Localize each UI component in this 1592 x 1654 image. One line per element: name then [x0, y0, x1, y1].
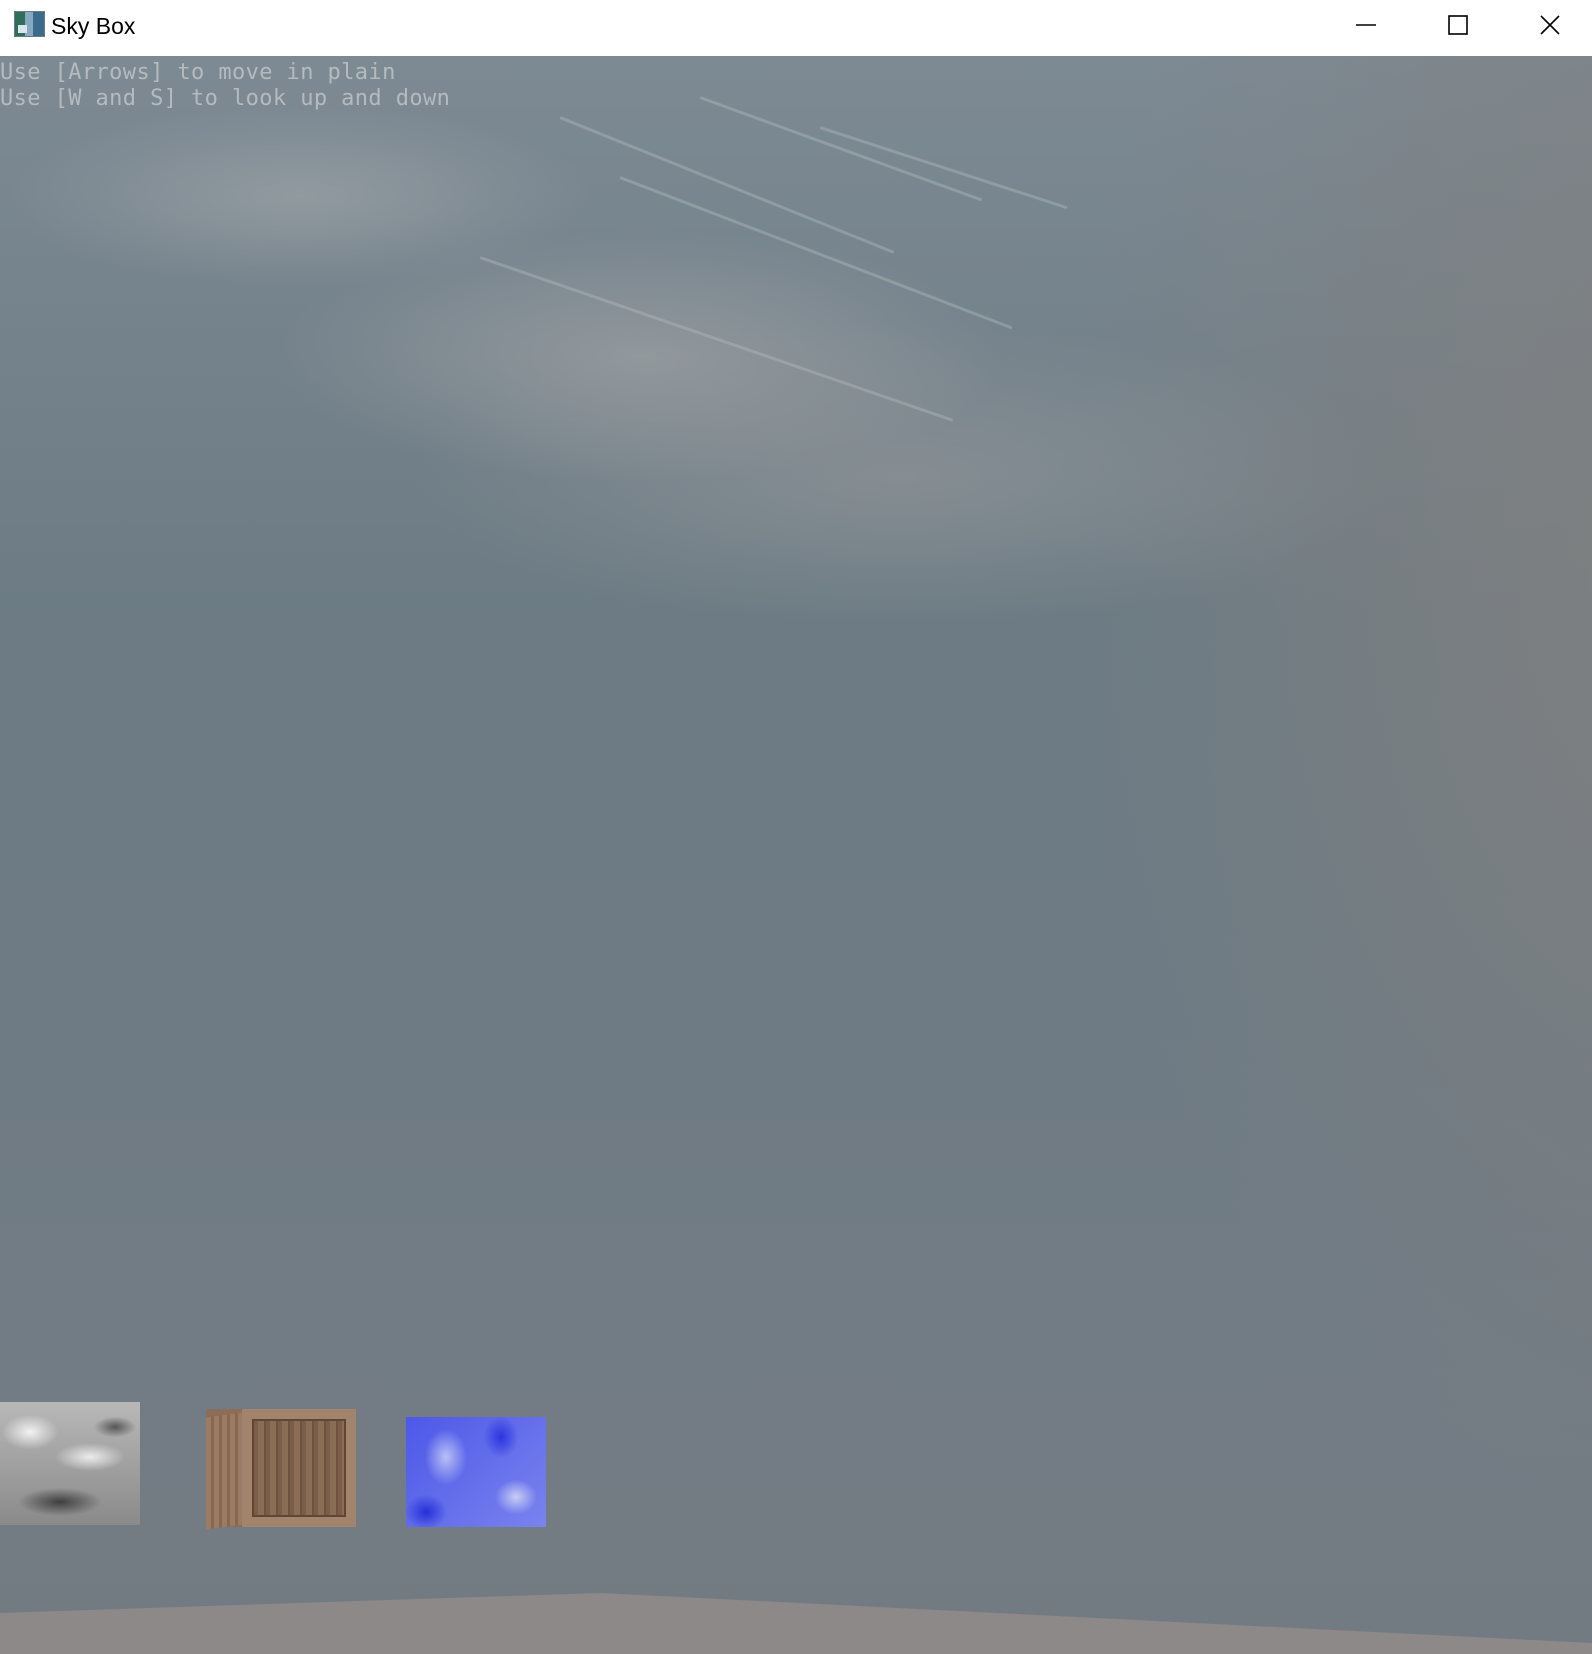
gray-marble-cube — [0, 1402, 140, 1525]
crate-front-face — [242, 1409, 356, 1527]
render-viewport[interactable]: Use [Arrows] to move in plain Use [W and… — [0, 56, 1592, 1654]
maximize-icon — [1448, 15, 1468, 35]
app-window: Sky Box Use [Arrows] to move in plain Us… — [0, 0, 1592, 1654]
window-title: Sky Box — [51, 13, 136, 39]
cloud-streak — [819, 126, 1068, 210]
blue-marble-cube — [406, 1417, 546, 1527]
app-icon — [14, 11, 45, 37]
cloud-streak — [479, 256, 954, 422]
crate-side-face — [206, 1412, 244, 1530]
minimize-button[interactable] — [1320, 0, 1412, 50]
close-icon — [1540, 15, 1560, 35]
maximize-button[interactable] — [1412, 0, 1504, 50]
minimize-icon — [1356, 24, 1376, 26]
crate-panel — [252, 1419, 346, 1517]
hud-instruction-move: Use [Arrows] to move in plain — [0, 60, 396, 85]
title-bar[interactable]: Sky Box — [0, 0, 1592, 56]
cloud-streak — [699, 96, 983, 202]
hud-instruction-look: Use [W and S] to look up and down — [0, 86, 451, 111]
wooden-crate-cube — [206, 1409, 356, 1530]
close-button[interactable] — [1504, 0, 1592, 50]
ground-plane — [0, 1593, 1592, 1654]
cloud-streak — [619, 176, 1013, 330]
